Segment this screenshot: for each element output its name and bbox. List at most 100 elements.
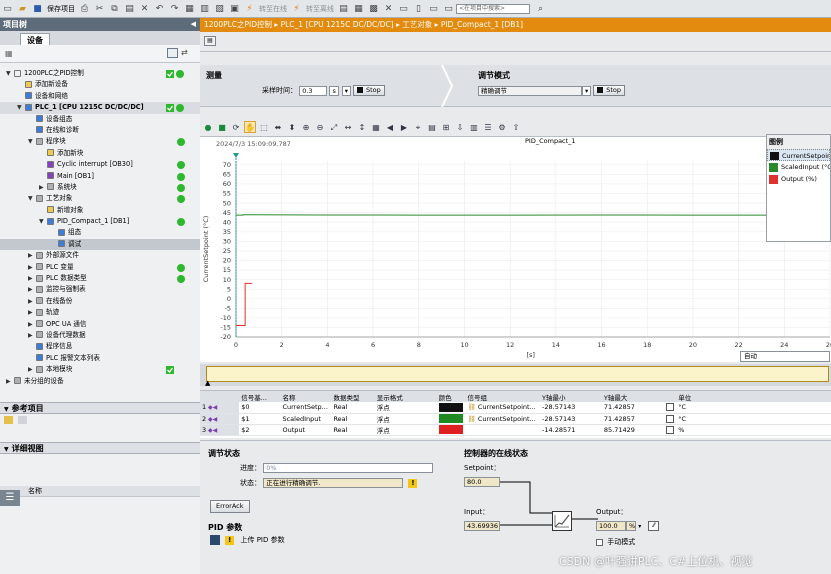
import-icon[interactable]: ⇧: [510, 121, 522, 133]
error-ack-button[interactable]: ErrorAck: [210, 500, 250, 513]
breadcrumb-item[interactable]: PLC_1 [CPU 1215C DC/DC/DC]: [281, 20, 394, 29]
visibility-checkbox-box[interactable]: [665, 403, 674, 412]
start-recording-icon[interactable]: ●: [202, 121, 214, 133]
project-search-input[interactable]: <在项目中搜索>: [456, 3, 530, 14]
expand-arrow-icon[interactable]: ▶: [28, 284, 36, 295]
cursor-icon[interactable]: ⌖: [412, 121, 424, 133]
manual-mode-checkbox[interactable]: [596, 538, 603, 546]
go-online-button[interactable]: 转至在线: [259, 4, 287, 14]
column-header[interactable]: 颜色: [436, 391, 466, 402]
column-header[interactable]: 显示格式: [374, 391, 437, 402]
tree-item[interactable]: ▼ 1200PLC之PID控制: [0, 68, 200, 79]
compile-icon[interactable]: ▦: [184, 3, 195, 14]
column-header[interactable]: Y轴最大: [601, 391, 664, 402]
tree-item[interactable]: 调试: [0, 238, 200, 251]
tree-item[interactable]: Main [OB1]: [0, 171, 200, 182]
tree-item[interactable]: ▼ PID_Compact_1 [DB1]: [0, 216, 200, 227]
window-icon[interactable]: ▭: [428, 3, 439, 14]
close-reference-icon[interactable]: [18, 416, 28, 424]
go-offline-button[interactable]: 转至离线: [306, 4, 334, 14]
measure-toolbar-icon[interactable]: ▤: [204, 36, 216, 46]
color-cell[interactable]: [436, 402, 466, 414]
column-header[interactable]: 数据类型: [331, 391, 375, 402]
reference-projects-header[interactable]: ▼ 参考项目: [0, 402, 200, 414]
output-monitor-icon[interactable]: ⁄⁄: [648, 521, 660, 531]
signal-color-swatch[interactable]: [438, 402, 463, 412]
table-row[interactable]: 1 ◆◀ $0 CurrentSetp... Real 浮点 ⛓ CurrentSetpo…: [200, 402, 831, 414]
color-cell[interactable]: [436, 424, 466, 436]
tree-item[interactable]: ▶ 外部源文件: [0, 250, 200, 261]
column-header[interactable]: 信号基...: [239, 391, 281, 402]
save-icon[interactable]: ■: [32, 3, 43, 14]
copy-icon[interactable]: ⧉: [109, 3, 120, 14]
measure-icon[interactable]: ⊞: [440, 121, 452, 133]
tree-item[interactable]: Cyclic interrupt [OB30]: [0, 159, 200, 170]
table-icon[interactable]: ▤: [426, 121, 438, 133]
column-header[interactable]: Y轴最小: [540, 391, 602, 402]
collapse-icon[interactable]: ◀: [191, 18, 196, 31]
tree-item[interactable]: ▶ 系统块: [0, 182, 200, 193]
undo-icon[interactable]: ↶: [154, 3, 165, 14]
legend-entry[interactable]: ScaledInput (°C): [767, 161, 830, 173]
go-online-icon[interactable]: ⚡: [244, 3, 255, 14]
export-icon[interactable]: ⇩: [454, 121, 466, 133]
upload-icon[interactable]: ▧: [214, 3, 225, 14]
window2-icon[interactable]: ▭: [443, 3, 454, 14]
settings-icon[interactable]: ⚙: [496, 121, 508, 133]
tree-item[interactable]: 添加新块: [0, 148, 200, 159]
details-view-header[interactable]: ▼ 详细视图: [0, 442, 200, 454]
tree-item[interactable]: ▶ 设备代理数据: [0, 330, 200, 341]
column-header[interactable]: 信号组: [465, 391, 541, 402]
stop-cpu-icon[interactable]: ▩: [368, 3, 379, 14]
tree-item[interactable]: 添加新设备: [0, 79, 200, 90]
cross-reference-icon[interactable]: ✕: [383, 3, 394, 14]
expand-arrow-icon[interactable]: ▼: [17, 102, 25, 113]
start-cpu-icon[interactable]: ▦: [353, 3, 364, 14]
expand-arrow-icon[interactable]: ▶: [28, 273, 36, 284]
breadcrumb-item[interactable]: PID_Compact_1 [DB1]: [441, 20, 523, 29]
tree-item[interactable]: ▶ PLC 数据类型: [0, 273, 200, 284]
time-scrollbar[interactable]: [206, 366, 829, 382]
breadcrumb-item[interactable]: 工艺对象: [402, 20, 432, 29]
print-icon[interactable]: ⎙: [79, 3, 90, 14]
tree-item[interactable]: ▶ 轨迹: [0, 307, 200, 318]
measurement-stop-button[interactable]: Stop: [352, 85, 385, 96]
expand-arrow-icon[interactable]: ▼: [6, 68, 14, 79]
expand-arrow-icon[interactable]: ▶: [28, 307, 36, 318]
sample-time-dropdown[interactable]: ▾: [341, 85, 351, 96]
open-project-icon[interactable]: ▰: [17, 3, 28, 14]
tree-item[interactable]: ▼ 程序块: [0, 136, 200, 147]
side-menu-icon[interactable]: ☰: [0, 490, 20, 506]
expand-arrow-icon[interactable]: ▼: [39, 216, 47, 227]
color-cell[interactable]: [436, 413, 466, 425]
visibility-checkbox-box[interactable]: [665, 414, 674, 423]
signal-color-swatch[interactable]: [438, 425, 463, 434]
visibility-checkbox-box[interactable]: [665, 425, 674, 434]
accessible-devices-icon[interactable]: ▤: [338, 3, 349, 14]
zoom-in-icon[interactable]: ⊕: [300, 121, 312, 133]
device-view-icon[interactable]: ▦: [5, 49, 13, 58]
tuning-mode-select[interactable]: 精确调节: [478, 85, 582, 96]
tree-item[interactable]: 组态: [0, 227, 200, 238]
signal-list-icon[interactable]: ☰: [482, 121, 494, 133]
breadcrumb-item[interactable]: 1200PLC之PID控制: [204, 20, 272, 29]
column-header[interactable]: 名称: [280, 391, 332, 402]
signal-color-swatch[interactable]: [438, 414, 463, 423]
table-row[interactable]: 3 ◆◀ $2 Output Real 浮点 -14.28571 85.71429%: [200, 424, 831, 436]
zoom-x-icon[interactable]: ⬌: [272, 121, 284, 133]
legend-entry[interactable]: Output (%): [767, 173, 830, 185]
expand-arrow-icon[interactable]: ▶: [28, 319, 36, 330]
tree-item[interactable]: ▶ 在线备份: [0, 296, 200, 307]
upload-pid-icon[interactable]: [210, 535, 220, 545]
expand-arrow-icon[interactable]: ▶: [28, 330, 36, 341]
save-project-button[interactable]: 保存项目: [47, 4, 75, 14]
split-v-icon[interactable]: ▯: [413, 3, 424, 14]
new-project-icon[interactable]: ▭: [2, 3, 13, 14]
sample-time-input[interactable]: 0.3: [299, 85, 328, 96]
list-view-icon[interactable]: [167, 48, 178, 58]
expand-arrow-icon[interactable]: ▶: [28, 364, 36, 375]
details-column-name[interactable]: 名称: [0, 486, 200, 497]
delete-icon[interactable]: ✕: [139, 3, 150, 14]
expand-arrow-icon[interactable]: ▼: [28, 136, 36, 147]
hand-pan-icon[interactable]: ✋: [244, 121, 256, 133]
